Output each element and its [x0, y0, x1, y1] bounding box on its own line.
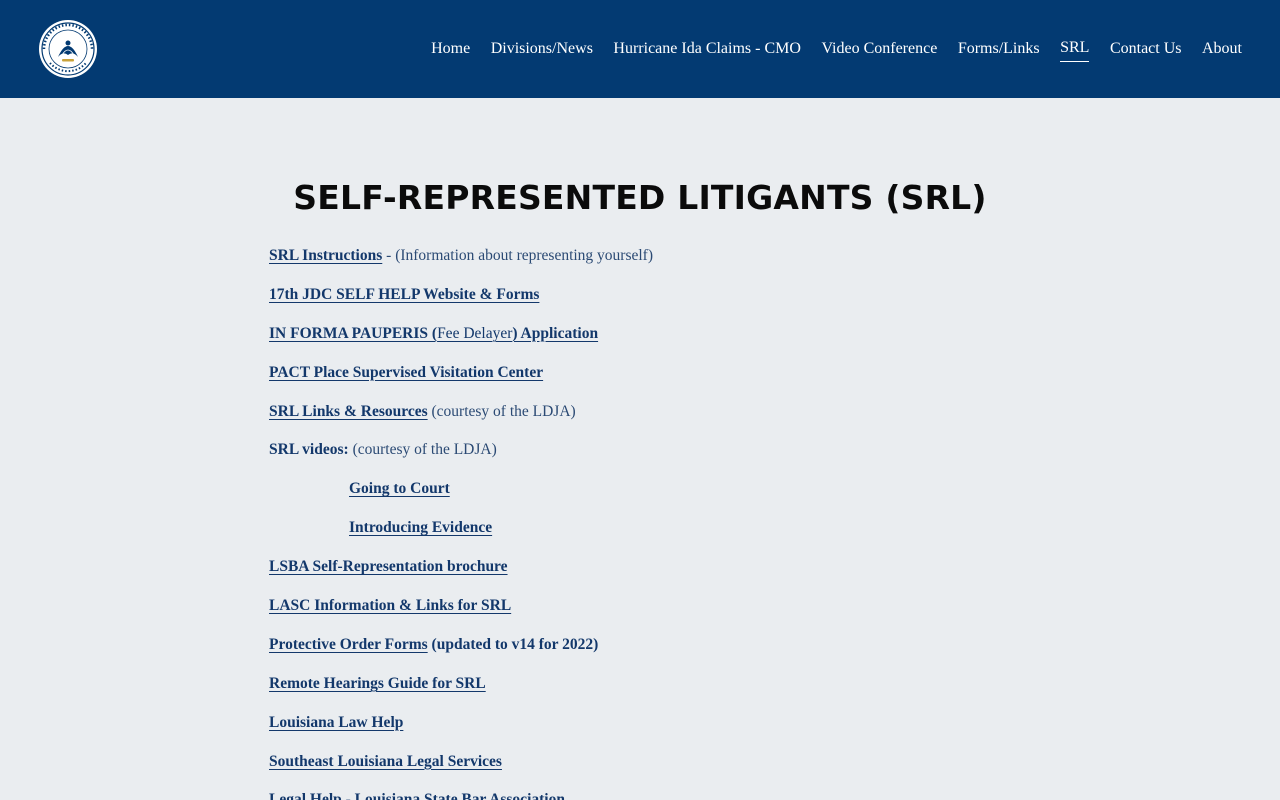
nav-home[interactable]: Home — [431, 39, 470, 62]
list-item: PACT Place Supervised Visitation Center — [269, 361, 969, 400]
list-item: Legal Help - Louisiana State Bar Associa… — [269, 788, 969, 800]
southeast-louisiana-legal-services-link[interactable]: Southeast Louisiana Legal Services — [269, 753, 502, 770]
pact-place-link[interactable]: PACT Place Supervised Visitation Center — [269, 364, 543, 381]
link-text-part: IN FORMA PAUPERIS ( — [269, 324, 438, 342]
list-item: Introducing Evidence — [269, 516, 969, 555]
item-note: (courtesy of the LDJA) — [348, 441, 497, 459]
item-note: (updated to v14 for 2022) — [427, 635, 599, 653]
srl-link-list: SRL Instructions - (Information about re… — [269, 244, 969, 800]
list-item: Louisiana Law Help — [269, 711, 969, 750]
nav-about[interactable]: About — [1202, 39, 1242, 62]
protective-order-forms-link[interactable]: Protective Order Forms — [269, 636, 428, 653]
nav-forms-links[interactable]: Forms/Links — [958, 39, 1040, 62]
state-seal-icon[interactable] — [38, 19, 98, 79]
list-item: Protective Order Forms (updated to v14 f… — [269, 633, 969, 672]
list-item: LSBA Self-Representation brochure — [269, 555, 969, 594]
nav-divisions-news[interactable]: Divisions/News — [491, 39, 593, 62]
site-header: Home Divisions/News Hurricane Ida Claims… — [0, 0, 1280, 98]
going-to-court-link[interactable]: Going to Court — [349, 480, 450, 497]
jdc-self-help-link[interactable]: 17th JDC SELF HELP Website & Forms — [269, 286, 539, 303]
srl-instructions-link[interactable]: SRL Instructions — [269, 247, 382, 264]
nav-hurricane-ida-claims[interactable]: Hurricane Ida Claims - CMO — [613, 39, 801, 62]
item-note: (courtesy of the LDJA) — [427, 402, 576, 420]
main-nav: Home Divisions/News Hurricane Ida Claims… — [411, 38, 1242, 62]
list-item: SRL videos: (courtesy of the LDJA) — [269, 438, 969, 477]
srl-videos-label: SRL videos: — [269, 441, 349, 459]
list-item: 17th JDC SELF HELP Website & Forms — [269, 283, 969, 322]
lsba-brochure-link[interactable]: LSBA Self-Representation brochure — [269, 558, 508, 575]
list-item: Southeast Louisiana Legal Services — [269, 750, 969, 789]
lasc-info-link[interactable]: LASC Information & Links for SRL — [269, 597, 511, 614]
lsba-legal-help-link[interactable]: Legal Help - Louisiana State Bar Associa… — [269, 791, 565, 800]
list-item: Going to Court — [269, 477, 969, 516]
nav-video-conference[interactable]: Video Conference — [821, 39, 937, 62]
page-title: SELF-REPRESENTED LITIGANTS (SRL) — [293, 178, 987, 217]
main-content: SELF-REPRESENTED LITIGANTS (SRL) SRL Ins… — [0, 98, 1280, 800]
srl-links-resources-link[interactable]: SRL Links & Resources — [269, 403, 428, 420]
list-item: LASC Information & Links for SRL — [269, 594, 969, 633]
list-item: SRL Instructions - (Information about re… — [269, 244, 969, 283]
remote-hearings-guide-link[interactable]: Remote Hearings Guide for SRL — [269, 675, 486, 692]
link-text-part: ) Application — [512, 324, 599, 342]
nav-contact-us[interactable]: Contact Us — [1110, 39, 1182, 62]
nav-srl[interactable]: SRL — [1060, 38, 1090, 62]
in-forma-pauperis-link[interactable]: IN FORMA PAUPERIS (Fee Delayer) Applicat… — [269, 325, 598, 342]
item-note: - (Information about representing yourse… — [382, 247, 654, 264]
list-item: Remote Hearings Guide for SRL — [269, 672, 969, 711]
link-text-part: Fee Delayer — [437, 324, 513, 342]
introducing-evidence-link[interactable]: Introducing Evidence — [349, 519, 492, 536]
list-item: SRL Links & Resources (courtesy of the L… — [269, 400, 969, 439]
louisiana-law-help-link[interactable]: Louisiana Law Help — [269, 714, 403, 731]
list-item: IN FORMA PAUPERIS (Fee Delayer) Applicat… — [269, 322, 969, 361]
